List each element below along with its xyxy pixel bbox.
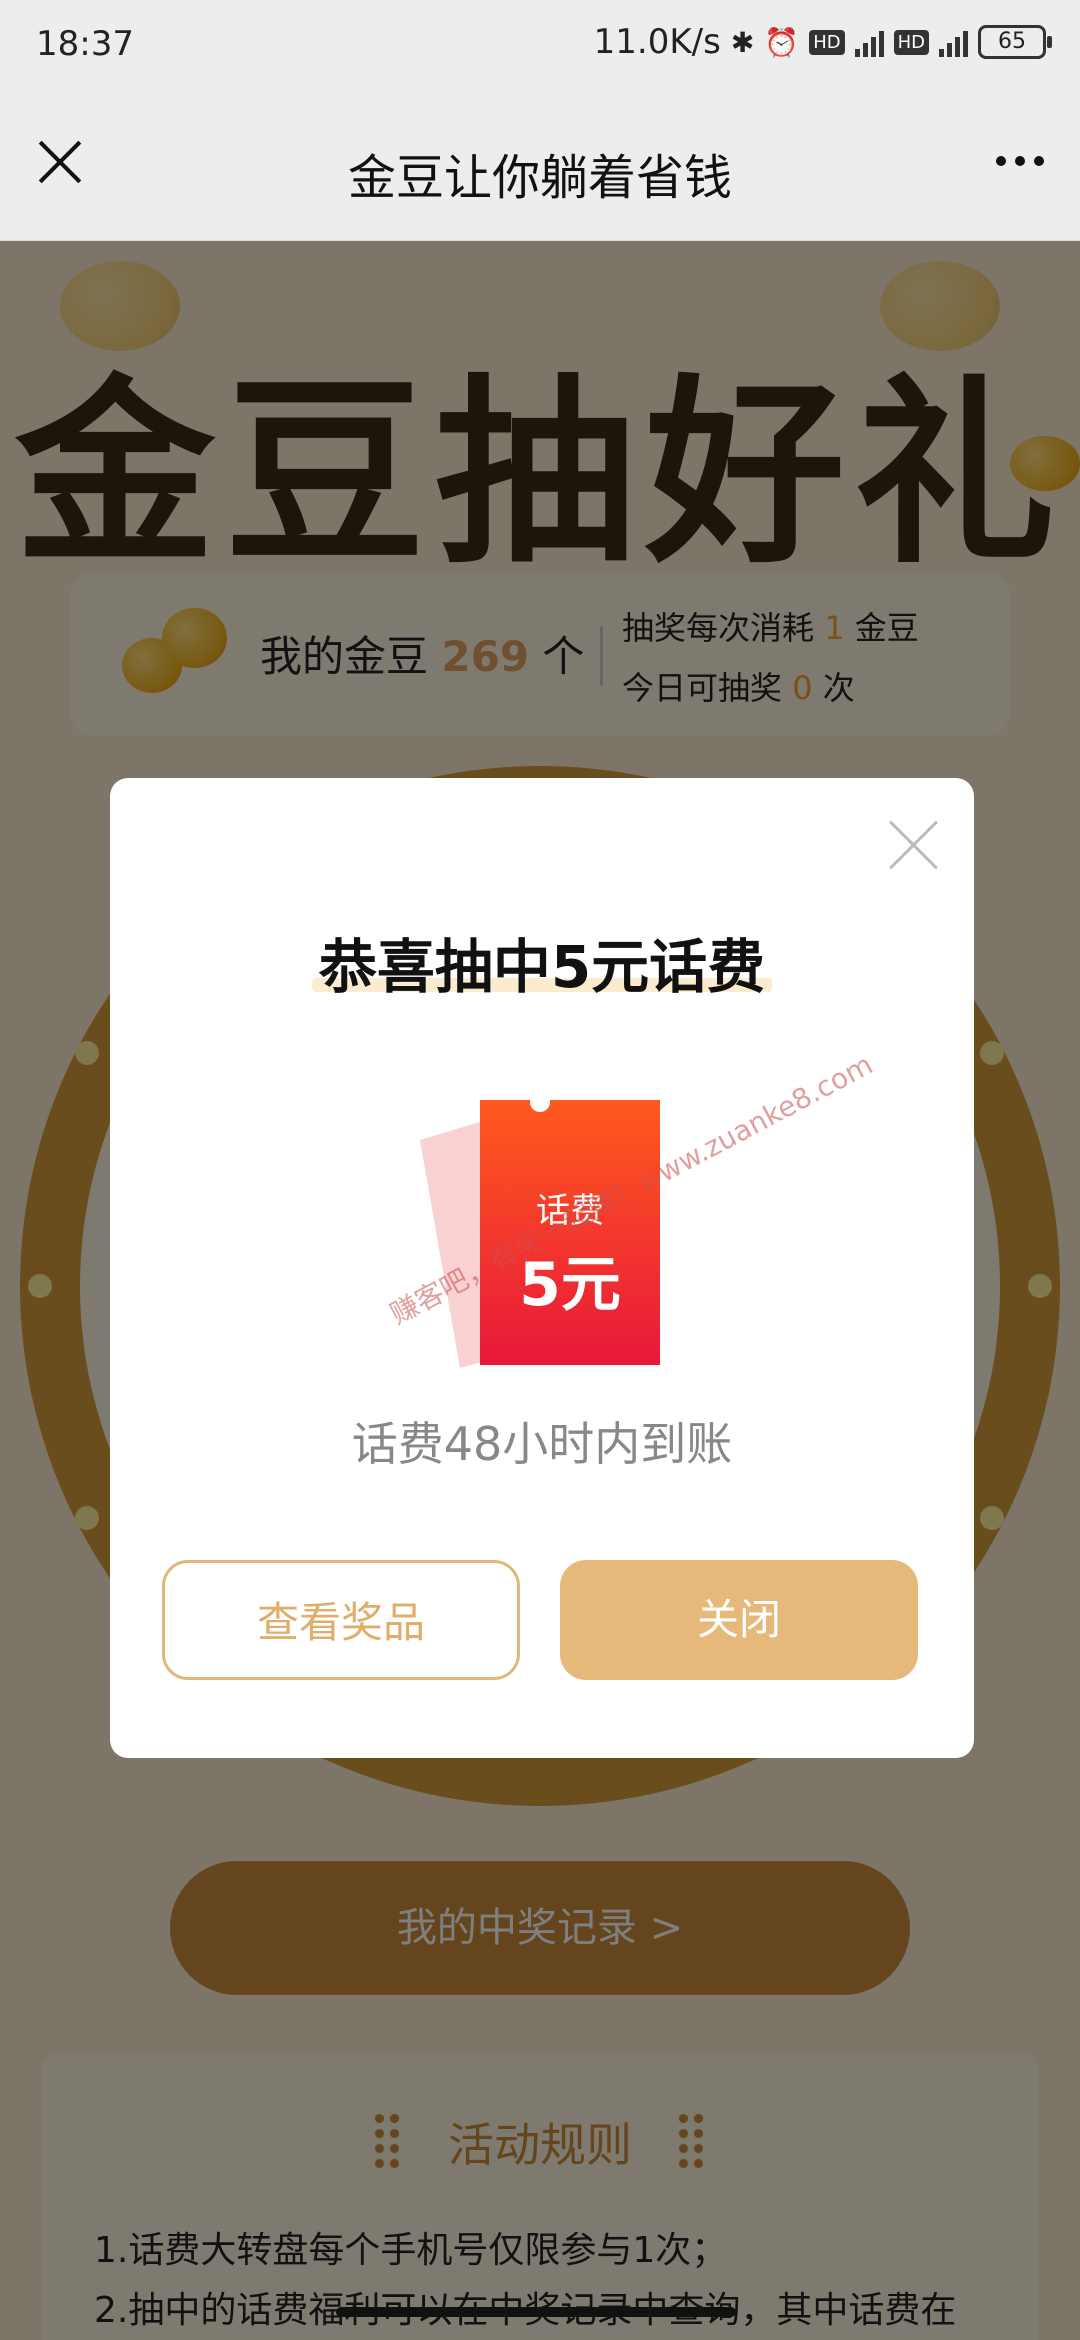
prize-modal: 恭喜抽中5元话费 话费 5元 赚客吧，有奖一起赚！www.zuanke8.com… [110, 778, 974, 1758]
prize-description: 话费48小时内到账 [351, 1417, 733, 1471]
bluetooth-icon: ✱ [730, 25, 755, 59]
home-indicator[interactable] [336, 2307, 736, 2317]
modal-title: 恭喜抽中5元话费 [318, 933, 766, 1001]
status-time: 18:37 [36, 24, 134, 64]
status-bar: 18:37 11.0K/s ✱ ⏰ HD HD 65 [0, 0, 1080, 90]
hd-badge-2: HD [893, 29, 929, 55]
net-speed: 11.0K/s [593, 22, 721, 62]
close-icon[interactable] [888, 820, 938, 870]
alarm-icon: ⏰ [764, 25, 800, 59]
signal-icon [854, 27, 884, 57]
page-title: 金豆让你躺着省钱 [347, 150, 732, 206]
signal-icon-2 [939, 27, 968, 57]
nav-bar: 金豆让你躺着省钱 [0, 90, 1080, 241]
hd-badge: HD [809, 29, 845, 55]
status-icons: 11.0K/s ✱ ⏰ HD HD 65 [593, 22, 1052, 62]
more-icon[interactable] [996, 156, 1044, 166]
close-button[interactable]: 关闭 [560, 1560, 918, 1680]
view-prize-button[interactable]: 查看奖品 [162, 1560, 520, 1680]
battery-icon: 65 [978, 25, 1052, 59]
